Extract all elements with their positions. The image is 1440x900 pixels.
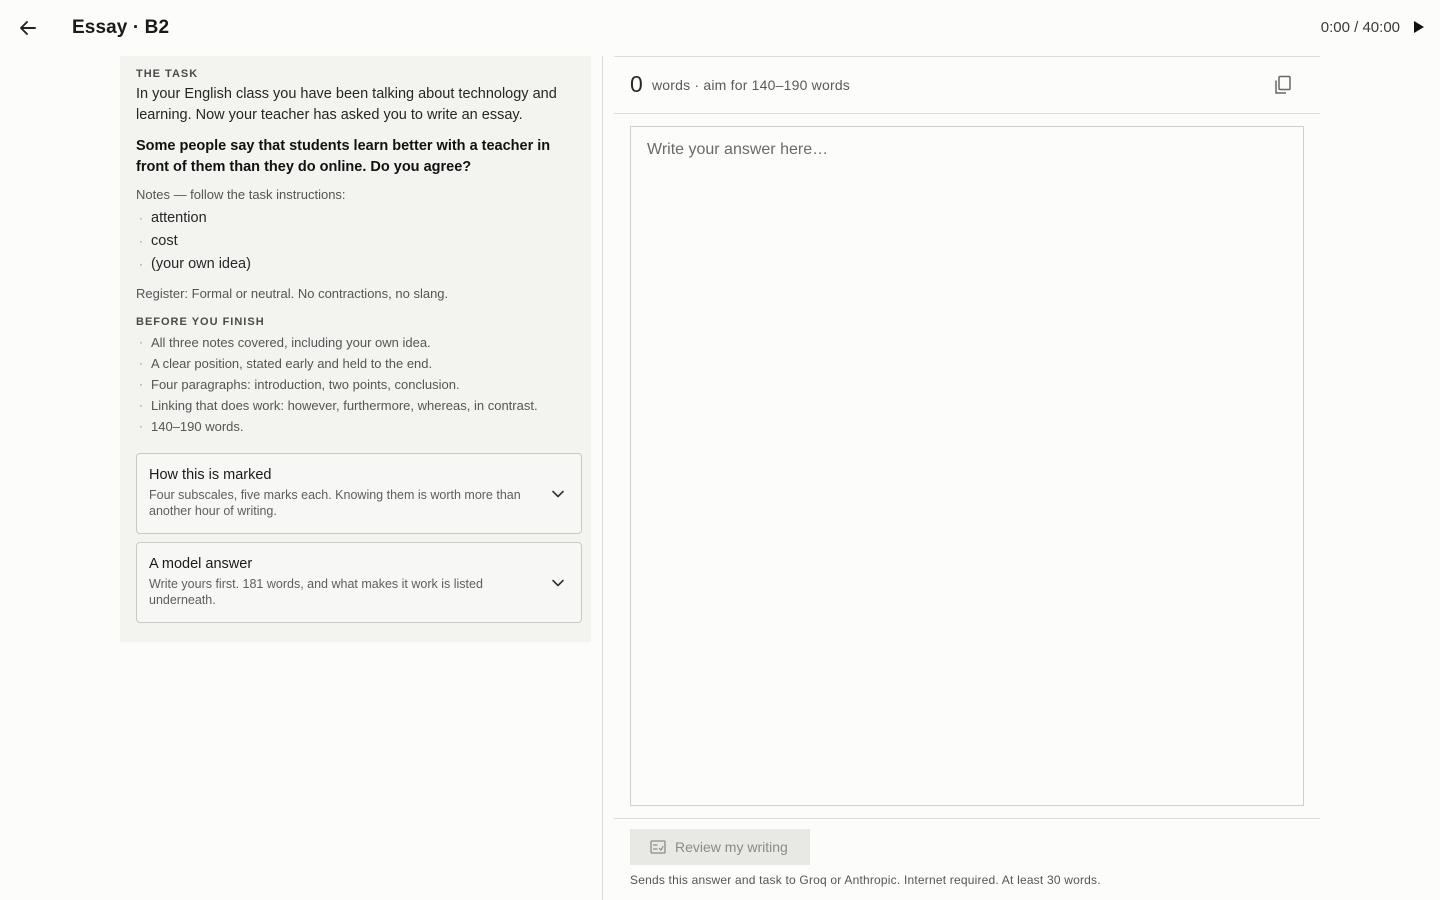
checklist: · All three notes covered, including your… xyxy=(136,332,582,437)
note-text: attention xyxy=(151,210,207,226)
checklist-item: · A clear position, stated early and held… xyxy=(136,353,582,374)
register-note: Register: Formal or neutral. No contract… xyxy=(136,286,449,301)
task-panel: THE TASK In your English class you have … xyxy=(120,56,591,642)
bullet-icon: · xyxy=(139,377,143,391)
panel-divider xyxy=(602,56,603,900)
word-count-bar: 0 words · aim for 140–190 words xyxy=(614,56,1320,114)
model-answer-accordion[interactable]: A model answer Write yours first. 181 wo… xyxy=(136,542,582,623)
checklist-item: · Four paragraphs: introduction, two poin… xyxy=(136,374,582,395)
bullet-icon: · xyxy=(139,356,143,370)
back-button[interactable] xyxy=(12,12,44,44)
accordion-subtitle: Write yours first. 181 words, and what m… xyxy=(149,577,483,607)
answer-input[interactable] xyxy=(630,126,1304,806)
note-text: (your own idea) xyxy=(151,256,251,272)
chevron-down-icon xyxy=(552,490,564,498)
note-text: cost xyxy=(151,233,178,249)
note-item: · cost xyxy=(136,230,582,253)
task-section-label: THE TASK xyxy=(136,68,199,80)
copy-icon xyxy=(1275,75,1291,94)
bottom-divider xyxy=(614,818,1320,819)
review-button-label: Review my writing xyxy=(675,839,788,855)
task-question: Some people say that students learn bett… xyxy=(136,138,551,175)
checklist-text: Four paragraphs: introduction, two point… xyxy=(151,377,460,392)
bullet-icon: · xyxy=(139,419,143,433)
checklist-item: · All three notes covered, including your… xyxy=(136,332,582,353)
timer: 0:00 / 40:00 xyxy=(1320,19,1400,36)
checklist-item: · 140–190 words. xyxy=(136,416,582,437)
bullet-icon: · xyxy=(139,398,143,412)
checklist-label: BEFORE YOU FINISH xyxy=(136,316,265,328)
review-note: Sends this answer and task to Groq or An… xyxy=(630,873,1101,887)
play-button[interactable] xyxy=(1408,16,1430,38)
checklist-item: · Linking that does work: however, furthe… xyxy=(136,395,582,416)
bullet-icon: · xyxy=(139,335,143,349)
bullet-icon: · xyxy=(139,257,143,271)
copy-button[interactable] xyxy=(1272,74,1294,96)
play-icon xyxy=(1414,21,1424,33)
checklist-text: All three notes covered, including your … xyxy=(151,335,431,350)
page-title: Essay · B2 xyxy=(72,17,170,38)
bullet-icon: · xyxy=(139,234,143,248)
accordion-title: How this is marked xyxy=(149,467,272,483)
review-button[interactable]: Review my writing xyxy=(630,829,810,865)
checklist-text: Linking that does work: however, further… xyxy=(151,398,538,413)
task-intro: In your English class you have been talk… xyxy=(136,86,557,123)
review-checklist-icon xyxy=(650,840,666,854)
chevron-down-icon xyxy=(552,579,564,587)
checklist-text: A clear position, stated early and held … xyxy=(151,356,433,371)
arrow-left-icon xyxy=(20,21,36,35)
bullet-icon: · xyxy=(139,211,143,225)
note-item: · (your own idea) xyxy=(136,253,582,276)
word-target-label: words · aim for 140–190 words xyxy=(652,77,850,93)
checklist-text: 140–190 words. xyxy=(151,419,244,434)
marking-accordion[interactable]: How this is marked Four subscales, five … xyxy=(136,453,582,534)
accordion-subtitle: Four subscales, five marks each. Knowing… xyxy=(149,488,521,518)
note-item: · attention xyxy=(136,207,582,230)
notes-label: Notes — follow the task instructions: xyxy=(136,187,346,202)
header: Essay · B2 0:00 / 40:00 xyxy=(0,0,1440,56)
notes-list: · attention · cost · (your own idea) xyxy=(136,207,582,276)
accordion-title: A model answer xyxy=(149,556,253,572)
word-count: 0 xyxy=(630,71,643,97)
